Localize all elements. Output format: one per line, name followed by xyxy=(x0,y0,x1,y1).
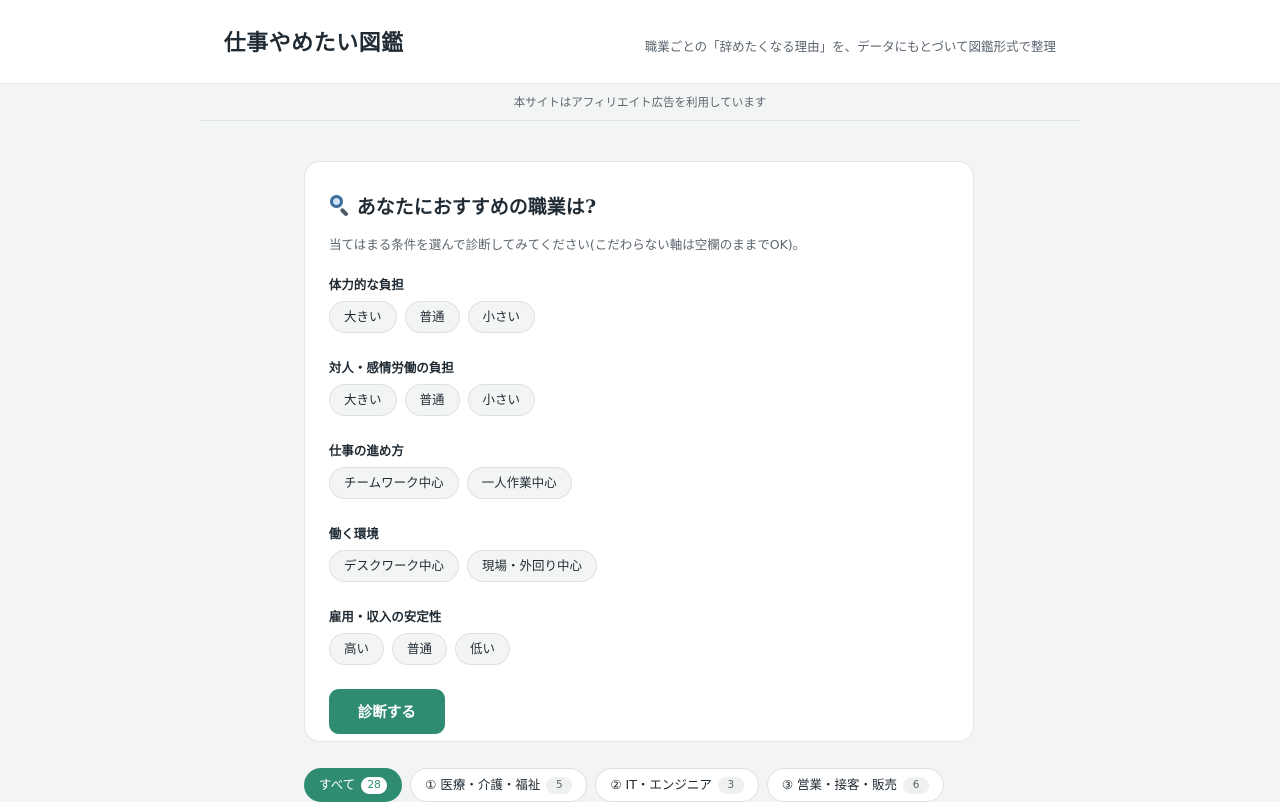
filter-tab-all[interactable]: すべて 28 xyxy=(304,768,403,802)
question-label: 体力的な負担 xyxy=(329,277,405,292)
option-chip-stability-high[interactable]: 高い xyxy=(329,633,385,665)
filter-tab-medical[interactable]: ① 医療・介護・福祉 5 xyxy=(410,768,588,802)
option-chip-physical-large[interactable]: 大きい xyxy=(329,301,397,333)
option-chips: チームワーク中心 一人作業中心 xyxy=(329,467,949,500)
option-chip-emotional-small[interactable]: 小さい xyxy=(467,384,536,416)
affiliate-notice: 本サイトはアフィリエイト広告を利用しています xyxy=(200,84,1080,121)
question-label: 働く環境 xyxy=(329,526,380,541)
question-label: 仕事の進め方 xyxy=(329,443,405,458)
option-chips: 高い 普通 低い xyxy=(329,633,949,666)
diagnosis-title-text: あなたにおすすめの職業は? xyxy=(357,195,597,218)
option-chip-stability-normal[interactable]: 普通 xyxy=(392,633,448,665)
question-label: 雇用・収入の安定性 xyxy=(329,609,442,624)
question-label: 対人・感情労働の負担 xyxy=(329,360,455,375)
question-physical-burden: 体力的な負担 大きい 普通 小さい xyxy=(329,274,949,334)
option-chips: 大きい 普通 小さい xyxy=(329,384,949,417)
site-tagline: 職業ごとの「辞めたくなる理由」を、データにもとづいて図鑑形式で整理 xyxy=(644,39,1056,54)
filter-tab-label: ② IT・エンジニア xyxy=(610,777,712,792)
option-chip-stability-low[interactable]: 低い xyxy=(455,633,511,665)
filter-tab-it[interactable]: ② IT・エンジニア 3 xyxy=(595,768,759,802)
category-filter-tabs: すべて 28 ① 医療・介護・福祉 5 ② IT・エンジニア 3 ③ 営業・接客… xyxy=(304,768,945,802)
diagnosis-description: 当てはまる条件を選んで診断してみてください(こだわらない軸は空欄のままでOK)。 xyxy=(329,237,806,252)
site-title[interactable]: 仕事やめたい図鑑 xyxy=(224,25,404,57)
diagnosis-title: あなたにおすすめの職業は? xyxy=(329,190,949,220)
option-chip-emotional-large[interactable]: 大きい xyxy=(329,384,397,416)
diagnosis-card: あなたにおすすめの職業は? 当てはまる条件を選んで診断してみてください(こだわら… xyxy=(304,161,974,742)
count-badge: 6 xyxy=(903,776,930,794)
option-chips: 大きい 普通 小さい xyxy=(329,301,949,334)
filter-tab-label: ① 医療・介護・福祉 xyxy=(425,777,541,792)
filter-tab-label: すべて xyxy=(319,777,356,792)
diagnose-button[interactable]: 診断する xyxy=(329,689,445,734)
option-chip-physical-small[interactable]: 小さい xyxy=(467,301,536,333)
question-emotional-burden: 対人・感情労働の負担 大きい 普通 小さい xyxy=(329,357,949,417)
search-icon xyxy=(329,194,351,217)
option-chip-physical-normal[interactable]: 普通 xyxy=(404,301,460,333)
option-chip-field-work[interactable]: 現場・外回り中心 xyxy=(467,550,598,582)
count-badge: 3 xyxy=(717,776,744,794)
count-badge: 5 xyxy=(546,776,573,794)
site-header: 仕事やめたい図鑑 職業ごとの「辞めたくなる理由」を、データにもとづいて図鑑形式で… xyxy=(0,0,1280,84)
option-chip-solo-work[interactable]: 一人作業中心 xyxy=(466,467,572,499)
question-work-style: 仕事の進め方 チームワーク中心 一人作業中心 xyxy=(329,440,949,500)
question-environment: 働く環境 デスクワーク中心 現場・外回り中心 xyxy=(329,523,949,583)
option-chip-emotional-normal[interactable]: 普通 xyxy=(404,384,460,416)
option-chip-teamwork[interactable]: チームワーク中心 xyxy=(329,467,459,499)
option-chip-desk-work[interactable]: デスクワーク中心 xyxy=(329,550,460,582)
filter-tab-label: ③ 営業・接客・販売 xyxy=(781,777,898,792)
filter-tab-sales[interactable]: ③ 営業・接客・販売 6 xyxy=(766,768,945,802)
question-stability: 雇用・収入の安定性 高い 普通 低い xyxy=(329,606,949,666)
option-chips: デスクワーク中心 現場・外回り中心 xyxy=(329,550,949,583)
count-badge: 28 xyxy=(361,776,388,794)
